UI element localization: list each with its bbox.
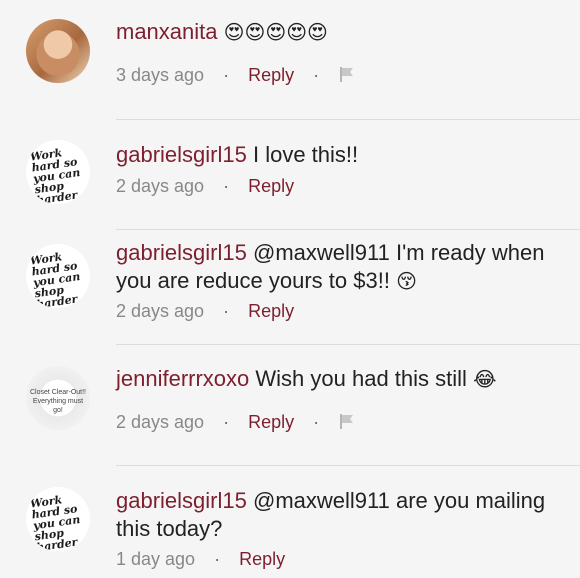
comment-body: I love this!! — [252, 142, 359, 167]
timestamp: 2 days ago — [116, 412, 205, 432]
separator-dot: · — [223, 65, 230, 85]
comment-text: gabrielsgirl15 @maxwell911 I'm ready whe… — [116, 239, 560, 296]
separator-dot: · — [223, 301, 230, 321]
avatar[interactable]: Closet Clear-Out!! Everything must go! — [26, 366, 90, 430]
avatar[interactable]: Work hard so you can shop harder — [26, 140, 90, 204]
avatar-text: Work hard so you can shop harder — [29, 146, 82, 204]
reply-button[interactable]: Reply — [239, 549, 285, 569]
separator-dot: · — [223, 176, 230, 196]
avatar[interactable]: Work hard so you can shop harder — [26, 244, 90, 308]
username-link[interactable]: gabrielsgirl15 — [116, 142, 247, 167]
comment-meta: 3 days ago · Reply · — [116, 64, 356, 88]
username-link[interactable]: manxanita — [116, 19, 218, 44]
timestamp: 2 days ago — [116, 301, 205, 321]
timestamp: 1 day ago — [116, 549, 196, 569]
username-link[interactable]: gabrielsgirl15 — [116, 240, 247, 265]
separator-dot: · — [214, 549, 221, 569]
comment-meta: 2 days ago · Reply — [116, 175, 294, 197]
comment-text: manxanita 😍😍😍😍😍 — [116, 18, 560, 47]
comment-text: gabrielsgirl15 @maxwell911 are you maili… — [116, 487, 560, 543]
comment-text: jenniferrrxoxo Wish you had this still 😂 — [116, 365, 560, 394]
separator-dot: · — [223, 412, 230, 432]
divider — [116, 344, 580, 345]
avatar-text: Work hard so you can shop harder — [29, 250, 82, 308]
emoji: 😍😍😍😍😍 — [223, 22, 328, 44]
reply-button[interactable]: Reply — [248, 412, 294, 432]
reply-button[interactable]: Reply — [248, 65, 294, 85]
username-link[interactable]: jenniferrrxoxo — [116, 366, 249, 391]
avatar-text: Work hard so you can shop harder — [29, 493, 82, 551]
username-link[interactable]: gabrielsgirl15 — [116, 488, 247, 513]
comment-text: gabrielsgirl15 I love this!! — [116, 141, 560, 169]
emoji: 😂 — [473, 369, 497, 391]
avatar-text: Closet Clear-Out!! Everything must go! — [29, 389, 87, 414]
separator-dot: · — [313, 65, 320, 85]
divider — [116, 465, 580, 466]
divider — [116, 229, 580, 230]
reply-button[interactable]: Reply — [248, 176, 294, 196]
flag-icon[interactable] — [338, 412, 356, 435]
avatar[interactable] — [26, 19, 90, 83]
reply-button[interactable]: Reply — [248, 301, 294, 321]
timestamp: 3 days ago — [116, 65, 205, 85]
divider — [116, 119, 580, 120]
emoji: 😚 — [396, 271, 417, 293]
flag-icon[interactable] — [338, 65, 356, 88]
comment-meta: 2 days ago · Reply · — [116, 411, 356, 435]
timestamp: 2 days ago — [116, 176, 205, 196]
comment-body: Wish you had this still — [255, 366, 467, 391]
comment-meta: 1 day ago · Reply — [116, 548, 285, 570]
comment-meta: 2 days ago · Reply — [116, 300, 294, 322]
avatar[interactable]: Work hard so you can shop harder — [26, 487, 90, 551]
separator-dot: · — [313, 412, 320, 432]
